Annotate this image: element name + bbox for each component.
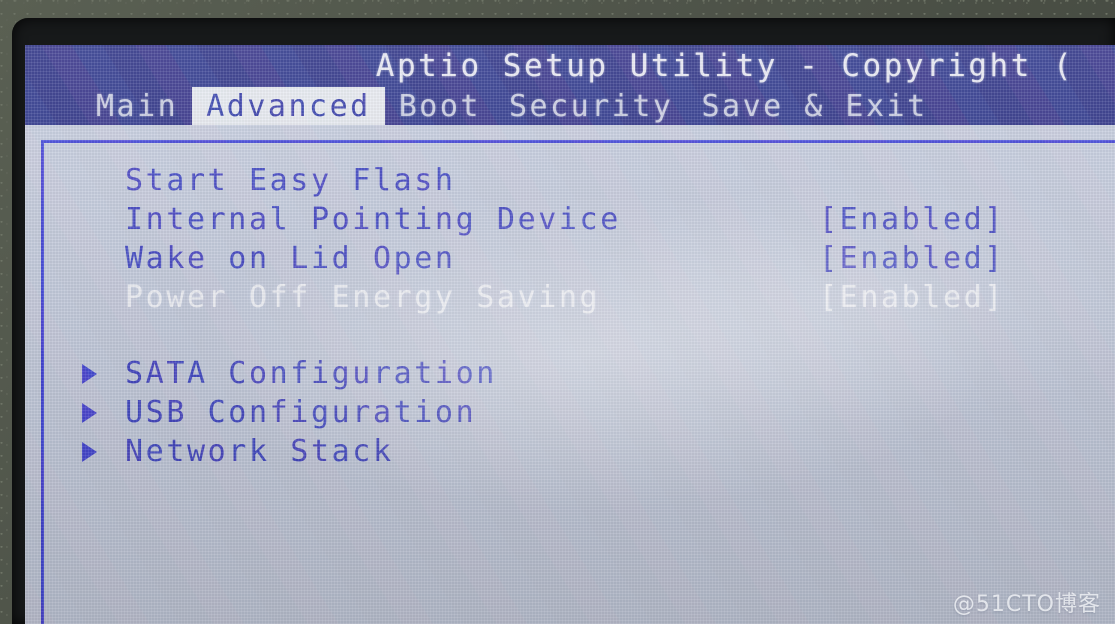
page-title: Aptio Setup Utility - Copyright ( <box>375 48 1075 84</box>
setting-label: USB Configuration <box>125 395 477 430</box>
menu-tab-bar: Main Advanced Boot Security Save & Exit <box>25 87 1115 125</box>
setting-value[interactable]: [Enabled] <box>819 241 1005 276</box>
setting-label: Wake on Lid Open <box>125 241 456 276</box>
tab-save-exit[interactable]: Save & Exit <box>688 87 942 125</box>
setting-label: Power Off Energy Saving <box>125 280 601 315</box>
setting-value[interactable]: [Enabled] <box>819 202 1005 237</box>
tab-advanced[interactable]: Advanced <box>192 87 385 125</box>
settings-row[interactable]: Internal Pointing Device [Enabled] <box>49 200 1115 239</box>
settings-row[interactable]: SATA Configuration <box>49 354 1115 393</box>
bios-screen: Aptio Setup Utility - Copyright ( Main Ad… <box>25 45 1115 624</box>
settings-list: Start Easy Flash Internal Pointing Device… <box>49 161 1115 471</box>
submenu-arrow-icon <box>82 441 97 462</box>
setting-label: Internal Pointing Device <box>125 202 621 237</box>
tab-boot[interactable]: Boot <box>385 87 495 125</box>
submenu-arrow-icon <box>82 402 97 423</box>
title-bar: Aptio Setup Utility - Copyright ( <box>25 45 1115 87</box>
setting-label: Start Easy Flash <box>125 163 456 198</box>
settings-row[interactable]: Network Stack <box>49 432 1115 471</box>
settings-content-area: Start Easy Flash Internal Pointing Device… <box>25 125 1115 624</box>
setting-label: SATA Configuration <box>125 356 497 391</box>
settings-group-spacer <box>49 317 1115 354</box>
settings-row[interactable]: Wake on Lid Open [Enabled] <box>49 239 1115 278</box>
settings-row[interactable]: Power Off Energy Saving [Enabled] <box>49 278 1115 317</box>
setting-label: Network Stack <box>125 434 394 469</box>
photograph-of-bios-screen: Aptio Setup Utility - Copyright ( Main Ad… <box>0 0 1115 624</box>
settings-row[interactable]: USB Configuration <box>49 393 1115 432</box>
setting-value[interactable]: [Enabled] <box>819 280 1005 315</box>
settings-row[interactable]: Start Easy Flash <box>49 161 1115 200</box>
tab-main[interactable]: Main <box>82 87 192 125</box>
tab-security[interactable]: Security <box>495 87 688 125</box>
submenu-arrow-icon <box>82 363 97 384</box>
